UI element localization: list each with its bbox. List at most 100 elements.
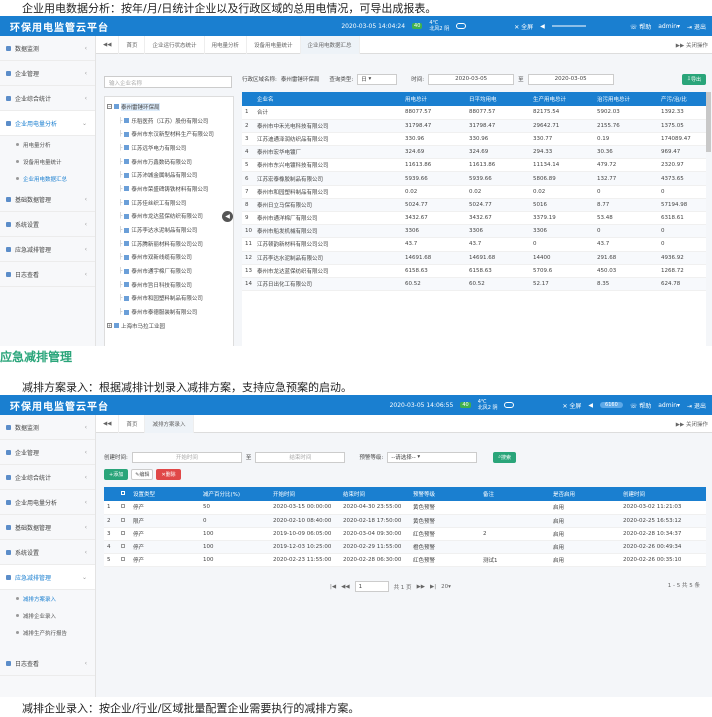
play-icon[interactable]: ◀ [588, 402, 593, 409]
tab-home[interactable]: 首页 [119, 35, 146, 54]
table-row[interactable]: 8 泰州日立马保有限公司 5024.77 5024.77 5016 8.77 57194.9… [242, 198, 706, 213]
table-row[interactable]: 1 合计 88077.57 88077.57 82175.54 5902.03 1392.3… [242, 106, 706, 120]
sidebar-sub-power-analysis[interactable]: 用电量分析 [0, 136, 95, 153]
next-page-button[interactable]: ▶▶ [417, 584, 425, 590]
sidebar-sub-report[interactable]: 减排生产执行报告 [0, 624, 95, 641]
tree-node[interactable]: ├ 江苏佳丝织工有限公司 [107, 196, 231, 210]
sidebar-item-data-monitor[interactable]: 数据监测 ‹ [0, 415, 95, 440]
prev-page-button[interactable]: ◀◀ [341, 584, 349, 590]
sidebar-item-power-analysis[interactable]: 企业用电量分析 ⌄ [0, 111, 95, 136]
media-seek-bar[interactable] [551, 25, 586, 27]
tab-power-analysis[interactable]: 用电量分析 [205, 35, 248, 54]
sidebar-item-data-monitor[interactable]: 数据监测 ‹ [0, 36, 95, 61]
end-time-input[interactable]: 结束时间 [255, 451, 346, 463]
delete-button[interactable]: ✕ 删除 [156, 469, 181, 480]
table-row[interactable]: 4 停产 100 2019-12-03 10:25:00 2020-02-29 11:5… [104, 540, 706, 555]
warning-level-select[interactable]: --请选择-- ▾ [387, 451, 478, 463]
tree-node[interactable]: ├ 泰州市龙达蓝保纺织有限公司 [107, 210, 231, 224]
fullscreen-button[interactable]: ✕ 全屏 [562, 401, 581, 410]
tab-device-power[interactable]: 设备用电量统计 [247, 35, 301, 54]
tree-node[interactable]: ├ 泰州市泰德服装制有限公司 [107, 305, 231, 319]
date-to-input[interactable]: 2020-03-05 [527, 73, 614, 85]
tab-power-summary[interactable]: 企业用电数据汇总 [300, 35, 360, 54]
tree-node[interactable]: ├ 泰州市万鑫数码有限公司 [107, 155, 231, 169]
close-tabs-button[interactable]: ▶▶ 关闭操作 [676, 41, 708, 49]
tree-node-root[interactable]: − 泰州雷锤环保局 [107, 100, 231, 114]
sidebar-item-power-analysis[interactable]: 企业用电量分析 ‹ [0, 490, 95, 515]
sidebar-item-settings[interactable]: 系统设置 ‹ [0, 540, 95, 565]
tree-node[interactable]: ├ 泰州市和园塑料制品有限公司 [107, 292, 231, 306]
close-tabs-button[interactable]: ▶▶ 关闭操作 [676, 420, 708, 428]
table-row[interactable]: 1 停产 50 2020-03-15 00:00:00 2020-04-30 23:55… [104, 501, 706, 515]
sidebar-item-logs[interactable]: 日志查看 ‹ [0, 651, 95, 676]
page-input[interactable]: 1 [354, 581, 389, 592]
tab-running-stats[interactable]: 企业运行状态统计 [145, 35, 205, 54]
tree-node-next-root[interactable]: + 上海市马拉工业园 [107, 319, 231, 333]
export-button[interactable]: ⇩ 导出 [681, 73, 706, 85]
table-row[interactable]: 6 江苏宏泰橡胶制品有限公司 5939.66 5939.66 5806.89 132.77… [242, 171, 706, 186]
sidebar-sub-company-entry[interactable]: 减排企业录入 [0, 607, 95, 624]
sidebar-item-emission[interactable]: 应急减排管理 ‹ [0, 237, 95, 262]
play-icon[interactable]: ◀ [540, 23, 545, 30]
page-size-select[interactable]: 20▾ [441, 584, 451, 590]
tree-node[interactable]: ├ 江苏沛城金属制品有限公司 [107, 168, 231, 182]
logout-button[interactable]: ⇥ 退出 [687, 401, 706, 410]
row-checkbox[interactable] [118, 501, 130, 515]
query-type-select[interactable]: 日 ▾ [357, 73, 398, 85]
tab-plan-entry[interactable]: 减排方案录入 [145, 414, 194, 433]
sidebar-sub-plan-entry[interactable]: 减排方案录入 [0, 590, 95, 607]
first-page-button[interactable]: |◀ [330, 584, 336, 590]
select-all-checkbox[interactable] [118, 487, 130, 501]
tree-node[interactable]: ├ 江苏腾新丽材料有限公司公司 [107, 237, 231, 251]
sidebar-item-base-data[interactable]: 基础数据管理 ‹ [0, 515, 95, 540]
tree-search-input[interactable]: 输入企业名称 [104, 76, 232, 88]
fullscreen-button[interactable]: ✕ 全屏 [514, 22, 533, 31]
tab-nav-back[interactable]: ◀◀ [96, 414, 120, 433]
logout-button[interactable]: ⇥ 退出 [687, 22, 706, 31]
row-checkbox[interactable] [118, 514, 130, 528]
row-checkbox[interactable] [118, 527, 130, 542]
sidebar-item-company-mgmt[interactable]: 企业管理 ‹ [0, 440, 95, 465]
table-row[interactable]: 10 泰州市船发机械有限公司 3306 3306 3306 0 0 [242, 224, 706, 239]
tree-node[interactable]: ├ 江苏远华电力有限公司 [107, 141, 231, 155]
sidebar-item-company-stats[interactable]: 企业综合统计 ‹ [0, 86, 95, 111]
tree-node[interactable]: ├ 泰州市通宇棉厂有限公司 [107, 264, 231, 278]
user-menu[interactable]: admin▾ [658, 402, 680, 409]
table-row[interactable]: 9 泰州市通洋棉厂有限公司 3432.67 3432.67 3379.19 53.48 63… [242, 211, 706, 226]
help-button[interactable]: ☏ 帮助 [630, 22, 651, 31]
row-checkbox[interactable] [118, 553, 130, 568]
table-row[interactable]: 3 停产 100 2019-10-09 06:05:00 2020-03-04 09:3… [104, 527, 706, 542]
table-scrollbar[interactable] [706, 92, 711, 152]
search-button[interactable]: ⌕ 搜索 [493, 451, 517, 463]
sidebar-item-company-mgmt[interactable]: 企业管理 ‹ [0, 61, 95, 86]
sidebar-item-company-stats[interactable]: 企业综合统计 ‹ [0, 465, 95, 490]
table-row[interactable]: 11 江苏顿韵新材料有限公司公司 43.7 43.7 0 43.7 0 [242, 237, 706, 252]
tree-node[interactable]: ├ 泰州市双新线缆有限公司 [107, 251, 231, 265]
collapse-tree-button[interactable]: ◀ [222, 211, 233, 222]
table-row[interactable]: 2 限产 0 2020-02-10 08:40:00 2020-02-18 17:50:… [104, 514, 706, 528]
sidebar-sub-power-summary[interactable]: 企业用电数据汇总 [0, 170, 95, 187]
tab-nav-back[interactable]: ◀◀ [96, 35, 120, 54]
row-checkbox[interactable] [118, 540, 130, 555]
tab-home[interactable]: 首页 [119, 414, 146, 433]
start-time-input[interactable]: 开始时间 [131, 451, 242, 463]
table-row[interactable]: 7 泰州市和园塑料制品有限公司 0.02 0.02 0.02 0 0 [242, 185, 706, 199]
tree-node[interactable]: ├ 江苏李达水泥制品有限公司 [107, 223, 231, 237]
tree-node[interactable]: ├ 乐稻医药（江苏）股份有限公司 [107, 114, 231, 128]
table-row[interactable]: 14 江苏日出化工有限公司 60.52 60.52 52.17 8.35 624.78 [242, 277, 706, 292]
table-row[interactable]: 13 泰州市龙达蓝保纺织有限公司 6158.63 6158.63 5709.6 450.0… [242, 264, 706, 278]
table-row[interactable]: 5 泰州市东兴电镀科技有限公司 11613.86 11613.86 11134.14 47… [242, 158, 706, 173]
last-page-button[interactable]: ▶| [430, 584, 436, 590]
table-row[interactable]: 3 江苏迪通泽润纺织品有限公司 330.96 330.96 330.77 0.19 1740… [242, 132, 706, 147]
edit-button[interactable]: ✎ 编辑 [131, 469, 154, 480]
sidebar-item-settings[interactable]: 系统设置 ‹ [0, 212, 95, 237]
tree-node[interactable]: ├ 泰州市东汉新型材料生产有限公司 [107, 127, 231, 141]
table-row[interactable]: 12 江苏李达水泥制品有限公司 14691.68 14691.68 14400 291.6… [242, 251, 706, 265]
sidebar-item-base-data[interactable]: 基础数据管理 ‹ [0, 187, 95, 212]
help-button[interactable]: ☏ 帮助 [630, 401, 651, 410]
date-from-input[interactable]: 2020-03-05 [428, 73, 515, 85]
sidebar-sub-device-power[interactable]: 设备用电量统计 [0, 153, 95, 170]
add-button[interactable]: + 添加 [104, 469, 129, 480]
table-row[interactable]: 2 泰州市中禾光电科技有限公司 31798.47 31798.47 29642.71 21… [242, 119, 706, 133]
sidebar-item-logs[interactable]: 日志查看 ‹ [0, 262, 95, 287]
